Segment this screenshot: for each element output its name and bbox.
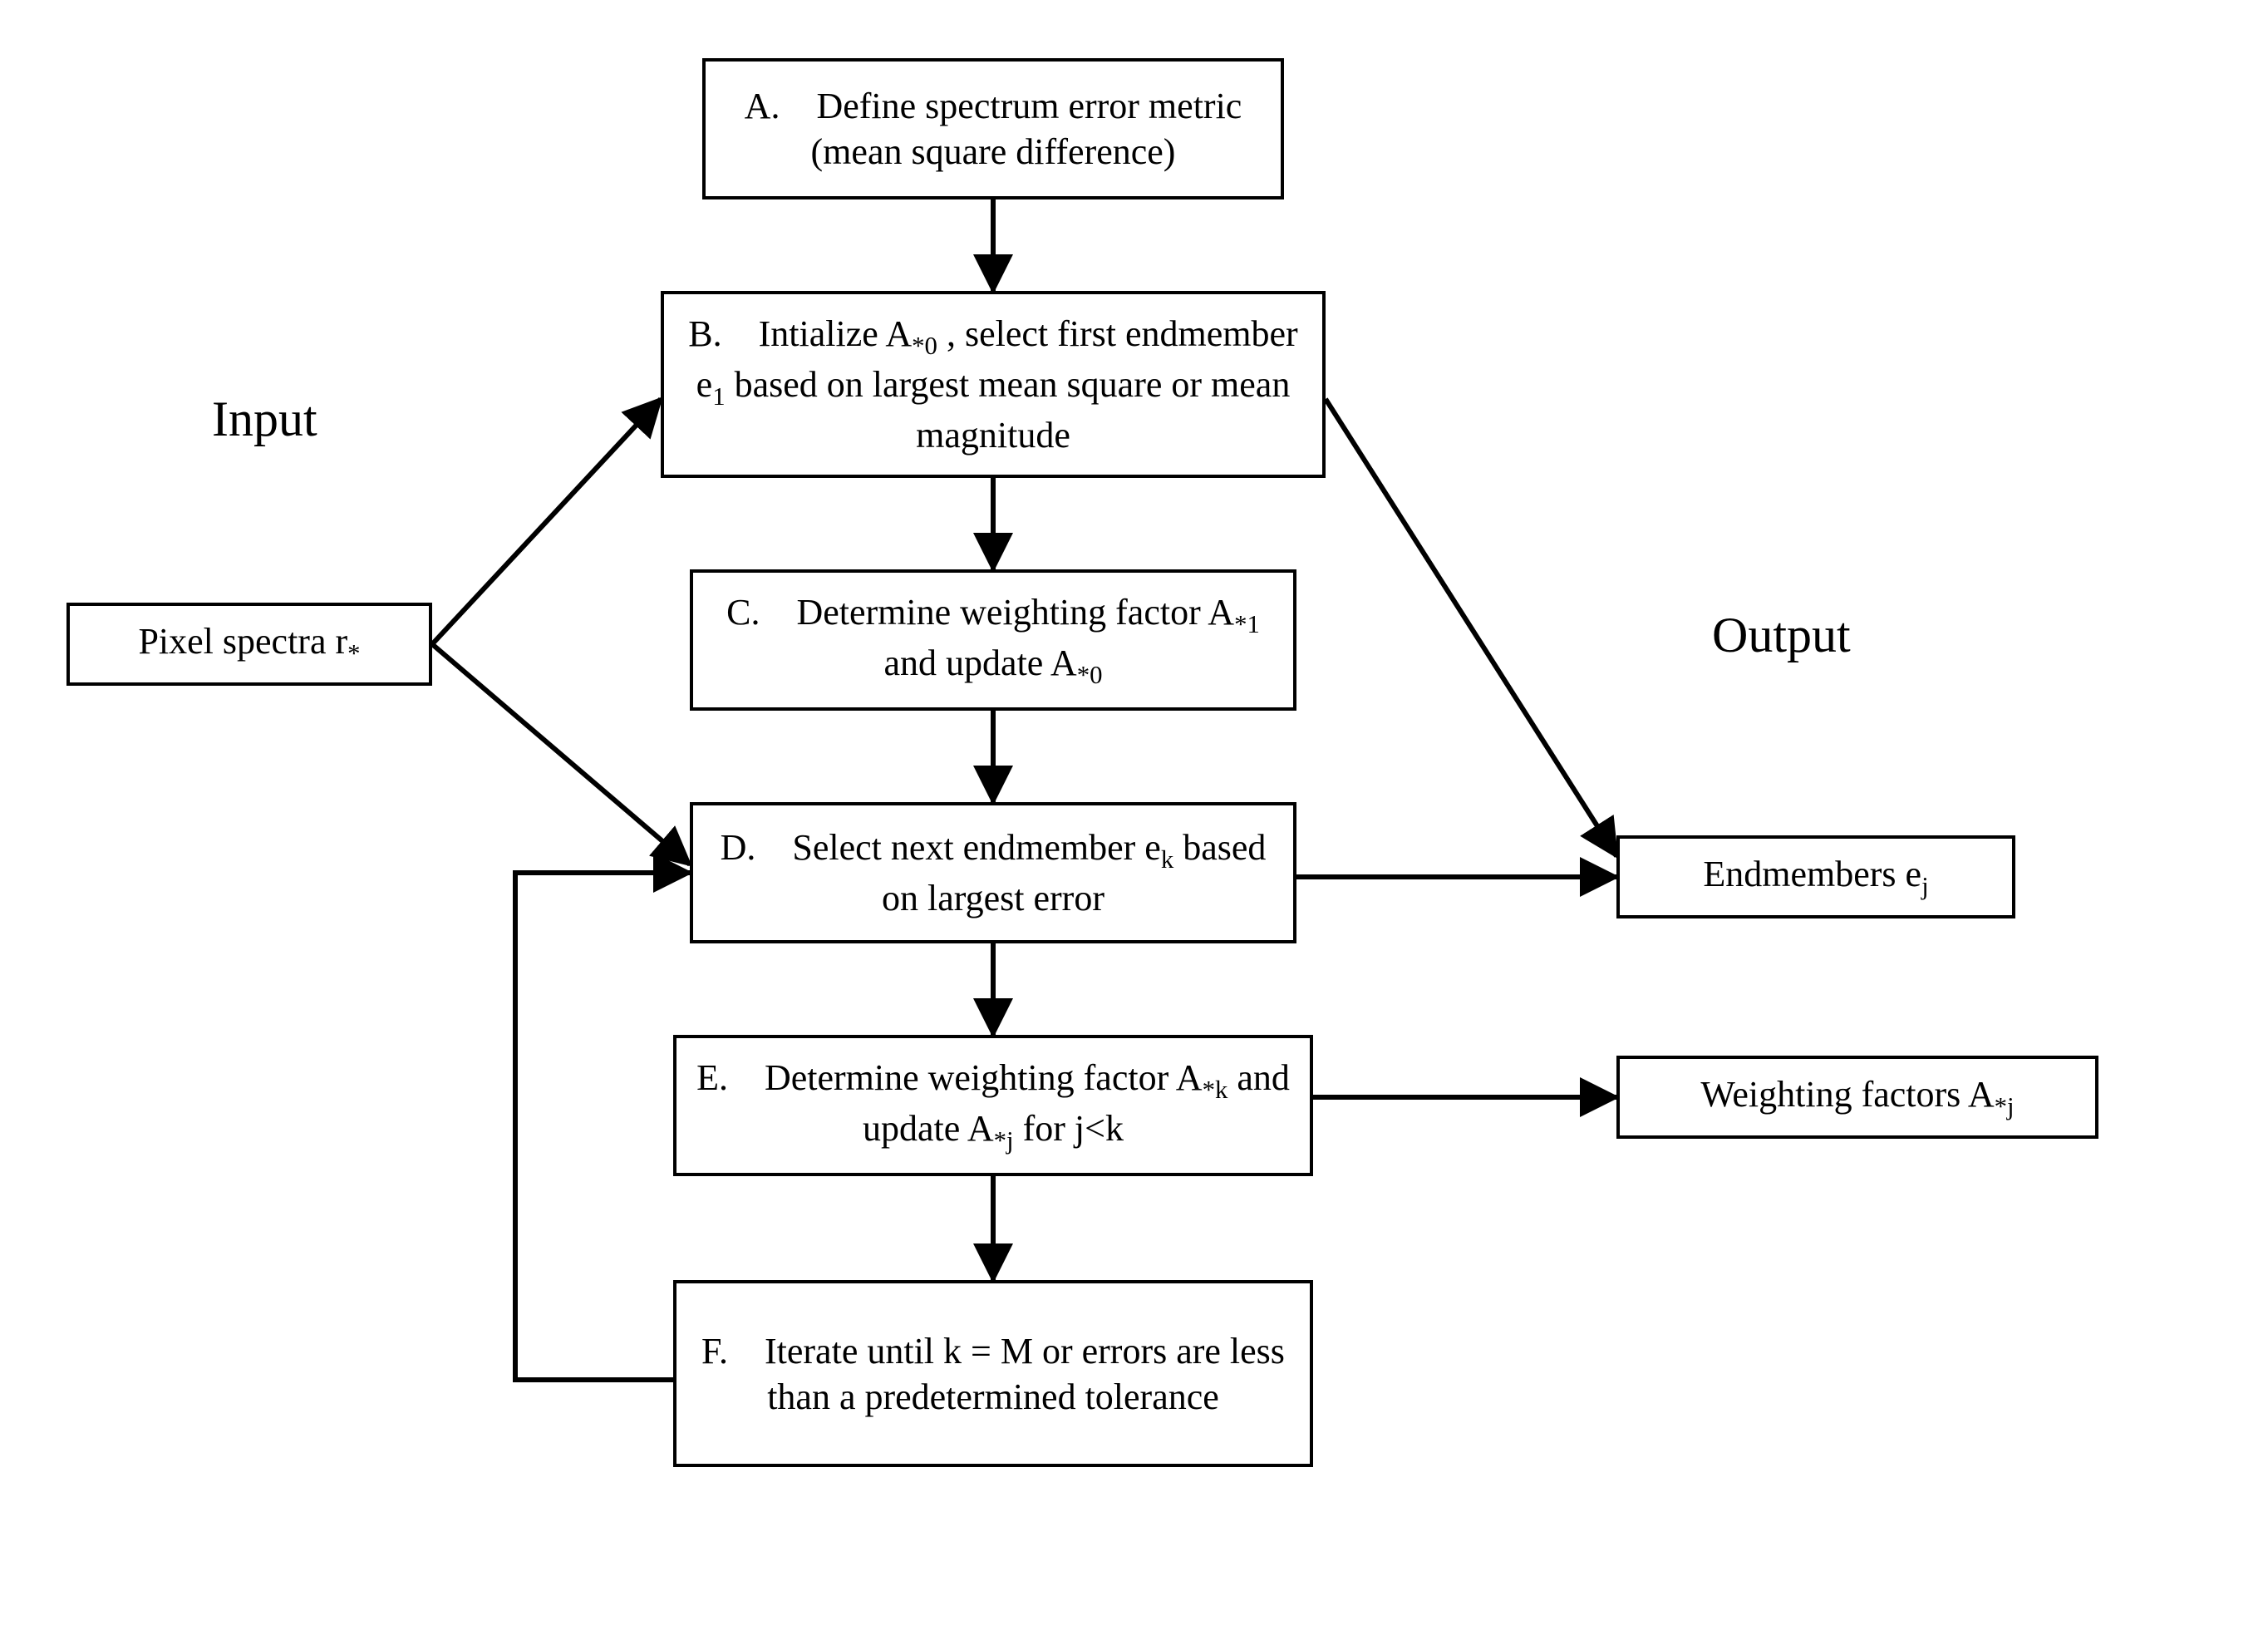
output-weights-box: Weighting factors A*j (1616, 1056, 2098, 1139)
step-f-text: F. Iterate until k = M or errors are les… (693, 1328, 1293, 1420)
step-a-box: A. Define spectrum error metric (mean sq… (702, 58, 1284, 199)
step-e-text: E. Determine weighting factor A*k and up… (693, 1055, 1293, 1157)
step-e-box: E. Determine weighting factor A*k and up… (673, 1035, 1313, 1176)
input-label: Input (212, 391, 317, 448)
step-a-text: A. Define spectrum error metric (mean sq… (722, 83, 1264, 175)
input-box: Pixel spectra r* (66, 603, 432, 686)
step-b-box: B. Intialize A*0 , select first endmembe… (661, 291, 1326, 478)
flowchart-stage: Input Output A. Define spectrum error me… (0, 0, 2268, 1630)
output-endmembers-text: Endmembers ej (1703, 851, 1928, 902)
output-label: Output (1712, 607, 1851, 664)
step-d-text: D. Select next endmember ek based on lar… (710, 825, 1277, 921)
step-c-text: C. Determine weighting factor A*1 and up… (710, 589, 1277, 692)
output-weights-text: Weighting factors A*j (1700, 1071, 2014, 1122)
output-endmembers-box: Endmembers ej (1616, 835, 2015, 918)
step-b-text: B. Intialize A*0 , select first endmembe… (681, 311, 1306, 459)
input-box-text: Pixel spectra r* (138, 618, 360, 669)
step-f-box: F. Iterate until k = M or errors are les… (673, 1280, 1313, 1467)
step-c-box: C. Determine weighting factor A*1 and up… (690, 569, 1296, 711)
step-d-box: D. Select next endmember ek based on lar… (690, 802, 1296, 943)
